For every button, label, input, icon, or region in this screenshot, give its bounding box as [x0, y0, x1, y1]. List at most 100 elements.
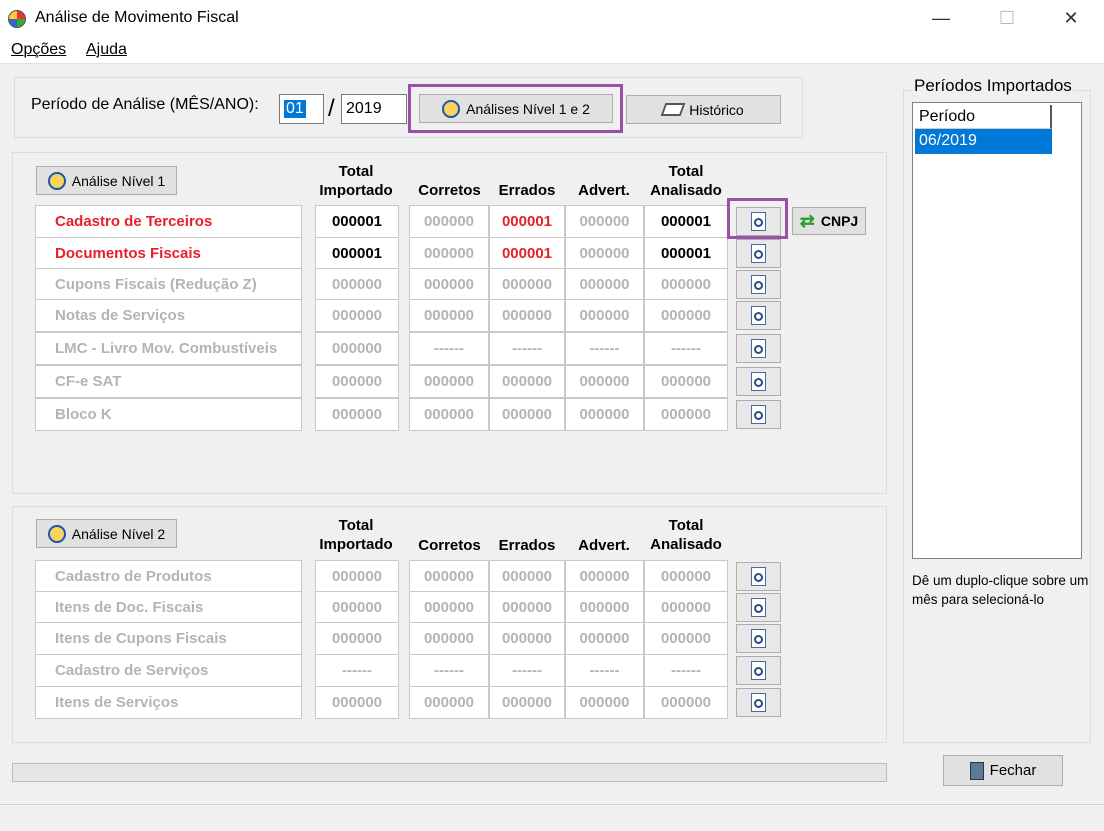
minimize-button[interactable]: —: [918, 0, 964, 36]
menu-bar: [0, 36, 1104, 64]
refresh-icon: ⇄: [799, 210, 815, 231]
row-detail-button[interactable]: [736, 301, 781, 330]
level1-button[interactable]: Análise Nível 1: [36, 166, 177, 195]
menu-opcoes[interactable]: Opções: [11, 41, 66, 59]
level2-button[interactable]: Análise Nível 2: [36, 519, 177, 548]
row-detail-button[interactable]: [736, 624, 781, 653]
row-warn-value: 000000: [565, 686, 644, 719]
periods-column-header[interactable]: Período: [915, 105, 1052, 129]
row-analyzed-value: 000000: [644, 398, 728, 431]
row-warn-value: ------: [565, 332, 644, 365]
row-name: Cadastro de Serviços: [35, 654, 302, 687]
row-warn-value: 000000: [565, 622, 644, 655]
document-search-icon: [751, 693, 766, 712]
row-errors-value: 000000: [489, 398, 565, 431]
row-analyzed-value: 000000: [644, 686, 728, 719]
row-name: LMC - Livro Mov. Combustíveis: [35, 332, 302, 365]
row-errors-value: 000000: [489, 365, 565, 398]
period-item[interactable]: 06/2019: [915, 129, 1052, 154]
document-search-icon: [751, 306, 766, 325]
month-value: 01: [284, 100, 306, 118]
row-warn-value: 000000: [565, 299, 644, 332]
col-correct-header: Corretos: [418, 182, 481, 199]
row-errors-value: 000000: [489, 686, 565, 719]
row-imported-value: 000000: [315, 365, 399, 398]
row-correct-value: 000000: [409, 299, 489, 332]
row-errors-value: 000000: [489, 268, 565, 301]
row-name: Cupons Fiscais (Redução Z): [35, 268, 302, 301]
row-warn-value: ------: [565, 654, 644, 687]
row-analyzed-value: 000000: [644, 299, 728, 332]
row-name: Notas de Serviços: [35, 299, 302, 332]
row-detail-button[interactable]: [736, 400, 781, 429]
row-warn-value: 000000: [565, 237, 644, 270]
row-name: Bloco K: [35, 398, 302, 431]
row-imported-value: 000000: [315, 622, 399, 655]
magnifier-icon: [442, 99, 461, 118]
close-label: Fechar: [989, 762, 1037, 779]
magnifier-icon: [47, 524, 66, 543]
row-detail-button[interactable]: [736, 367, 781, 396]
row-name: Itens de Cupons Fiscais: [35, 622, 302, 655]
row-analyzed-value: ------: [644, 654, 728, 687]
row-detail-button[interactable]: [736, 270, 781, 299]
row-analyzed-value: 000000: [644, 591, 728, 624]
row-analyzed-value: 000000: [644, 622, 728, 655]
row-correct-value: 000000: [409, 398, 489, 431]
row-correct-value: 000000: [409, 268, 489, 301]
window-title: Análise de Movimento Fiscal: [35, 9, 239, 26]
col2-errors-header: Errados: [498, 537, 556, 554]
year-value: 2019: [346, 100, 382, 117]
periods-hint: Dê um duplo-clique sobre um mês para sel…: [912, 573, 1089, 607]
row-imported-value: ------: [315, 654, 399, 687]
row-detail-button[interactable]: [736, 239, 781, 268]
row-analyzed-value: 000001: [644, 237, 728, 270]
row-errors-value: 000000: [489, 622, 565, 655]
document-search-icon: [751, 244, 766, 263]
cnpj-label: CNPJ: [820, 213, 859, 229]
maximize-button[interactable]: ☐: [984, 0, 1030, 36]
row-analyzed-value: 000000: [644, 268, 728, 301]
row-errors-value: 000000: [489, 560, 565, 593]
row-detail-button[interactable]: [736, 656, 781, 685]
col-analyzed-header: Total Analisado: [650, 163, 722, 199]
row-correct-value: 000000: [409, 560, 489, 593]
document-search-icon: [751, 598, 766, 617]
row-imported-value: 000000: [315, 332, 399, 365]
col2-analyzed-header: Total Analisado: [650, 517, 722, 553]
history-label: Histórico: [689, 101, 744, 118]
row-detail-button[interactable]: [736, 688, 781, 717]
row-detail-button[interactable]: [736, 334, 781, 363]
row-warn-value: 000000: [565, 365, 644, 398]
cnpj-button[interactable]: ⇄ CNPJ: [792, 207, 866, 235]
row-imported-value: 000000: [315, 560, 399, 593]
row-detail-button[interactable]: [736, 562, 781, 591]
history-button[interactable]: Histórico: [626, 95, 781, 124]
document-search-icon: [751, 339, 766, 358]
row-analyzed-value: 000000: [644, 365, 728, 398]
row-imported-value: 000000: [315, 398, 399, 431]
year-input[interactable]: 2019: [341, 94, 407, 124]
month-input[interactable]: 01: [279, 94, 324, 124]
menu-ajuda[interactable]: Ajuda: [86, 41, 127, 59]
row-imported-value: 000000: [315, 591, 399, 624]
row-detail-button[interactable]: [736, 593, 781, 622]
row-errors-value: ------: [489, 654, 565, 687]
row-name: Itens de Doc. Fiscais: [35, 591, 302, 624]
periods-list[interactable]: Período 06/2019: [912, 102, 1082, 559]
close-button[interactable]: Fechar: [943, 755, 1063, 786]
row-imported-value: 000000: [315, 686, 399, 719]
row-imported-value: 000001: [315, 237, 399, 270]
row-warn-value: 000000: [565, 591, 644, 624]
row-name: CF-e SAT: [35, 365, 302, 398]
row-errors-value: ------: [489, 332, 565, 365]
app-icon: [8, 10, 26, 28]
row-errors-value: 000000: [489, 299, 565, 332]
row-correct-value: 000000: [409, 205, 489, 238]
row-correct-value: 000000: [409, 237, 489, 270]
document-search-icon: [751, 275, 766, 294]
row-correct-value: ------: [409, 332, 489, 365]
analyze-all-button[interactable]: Análises Nível 1 e 2: [419, 94, 613, 123]
close-window-button[interactable]: ✕: [1048, 0, 1094, 36]
document-search-icon: [751, 661, 766, 680]
